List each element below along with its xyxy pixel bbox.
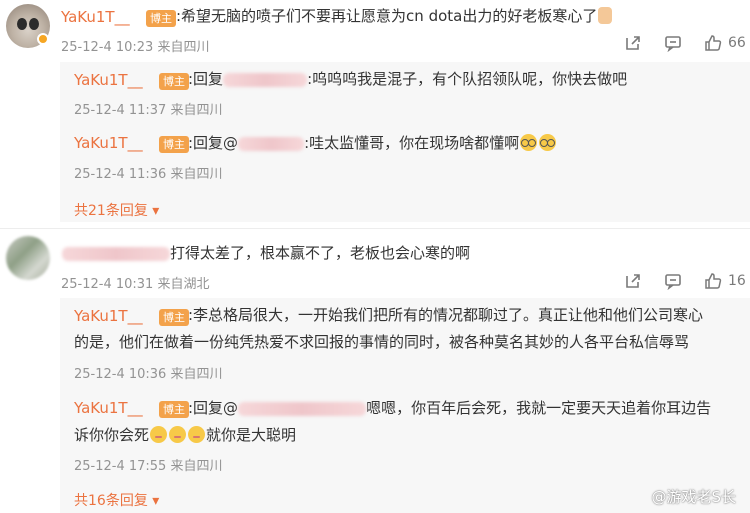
shy-emoji-icon [188,426,206,443]
comment-actions: 66 [624,34,746,52]
divider [0,228,750,229]
reply-text-line: :李总格局很大，一开始我们把所有的情况都聊过了。真正让他和他们公司寒心 [188,306,704,324]
author-tag: 博主 [159,401,189,418]
glasses-emoji-icon [539,134,557,151]
reply-author[interactable]: YaKu1T__ [74,71,143,89]
reply-text-line: 诉你你会死 就你是大聪明 [74,426,297,444]
comment-icon[interactable] [664,34,682,52]
reply-text: :回复:呜呜呜我是混子，有个队招领队呢，你快去做吧 [188,70,628,88]
comment-text: 打得太差了，根本赢不了，老板也会心寒的啊 [62,242,470,264]
like-button[interactable]: 16 [704,272,746,290]
watermark: @游戏老S长 [651,488,736,506]
comment-meta: 25-12-4 10:31 来自湖北 [61,277,210,292]
reply-meta: 25-12-4 11:37 来自四川 [74,103,223,118]
like-button[interactable]: 66 [704,34,746,52]
blurred-username [223,72,308,87]
avatar[interactable] [6,236,50,280]
reply-text-line: :回复@ 嗯嗯，你百年后会死，我就一定要天天追着你耳边告 [188,399,712,417]
more-replies-link[interactable]: 共21条回复 ▾ [74,200,159,220]
like-count: 66 [728,35,746,51]
more-replies-link[interactable]: 共16条回复 ▾ [74,490,159,510]
verified-badge-icon [37,33,49,45]
author-tag: 博主 [146,10,176,27]
blurred-username [238,401,367,416]
author-tag: 博主 [159,73,189,90]
pray-emoji-icon [598,7,613,24]
reply-meta: 25-12-4 11:36 来自四川 [74,167,223,182]
author-tag: 博主 [159,309,189,326]
reply-text-line: 的是，他们在做着一份纯凭热爱不求回报的事情的同时，被各种莫名其妙的人各平台私信辱… [74,333,690,351]
author-tag: 博主 [159,136,189,153]
share-icon[interactable] [624,272,642,290]
comment-text: :希望无脑的喷子们不要再让愿意为cn dota出力的好老板寒心了 [176,5,613,27]
shy-emoji-icon [169,426,187,443]
shy-emoji-icon [150,426,168,443]
comment-meta: 25-12-4 10:23 来自四川 [61,40,210,55]
reply-author[interactable]: YaKu1T__ [74,134,143,152]
reply-author[interactable]: YaKu1T__ [74,399,143,417]
comment-actions: 16 [624,272,746,290]
comment-icon[interactable] [664,272,682,290]
share-icon[interactable] [624,34,642,52]
reply-meta: 25-12-4 10:36 来自四川 [74,367,223,382]
reply-text: :回复@:哇太监懂哥，你在现场啥都懂啊 [188,132,557,154]
reply-meta: 25-12-4 17:55 来自四川 [74,459,223,474]
comment-author[interactable]: YaKu1T__ [61,8,130,26]
blurred-username [62,246,170,261]
reply-author[interactable]: YaKu1T__ [74,307,143,325]
like-count: 16 [728,273,746,289]
blurred-username [238,136,305,151]
glasses-emoji-icon [520,134,538,151]
